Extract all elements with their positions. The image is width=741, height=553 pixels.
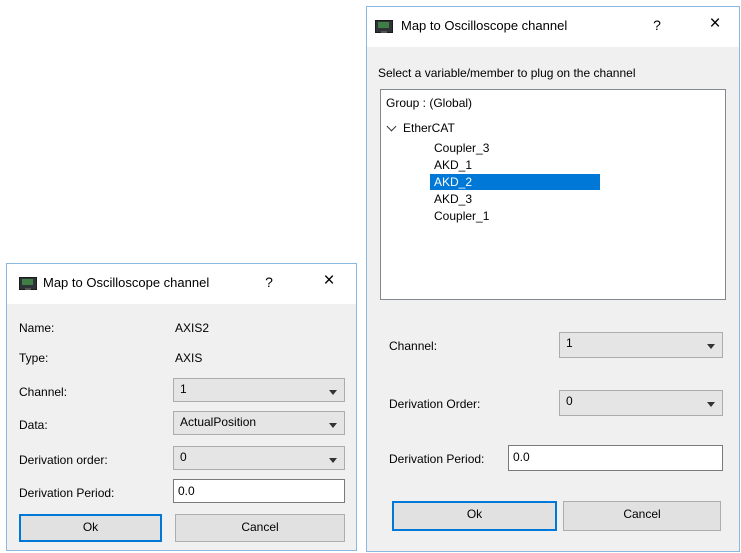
data-value: ActualPosition — [180, 415, 257, 429]
derivation-order-select[interactable]: 0 — [173, 446, 345, 470]
monitor-icon — [19, 277, 37, 290]
channel-label: Channel: — [19, 385, 68, 399]
dialog-title: Map to Oscilloscope channel — [401, 18, 568, 33]
dialog-title: Map to Oscilloscope channel — [43, 275, 210, 290]
tree-item[interactable]: Coupler_1 — [430, 208, 600, 224]
derivation-order-select[interactable]: 0 — [559, 390, 723, 416]
derivation-period-value: 0.0 — [513, 450, 530, 464]
help-button[interactable]: ? — [647, 17, 667, 33]
chevron-down-icon — [329, 390, 337, 395]
map-channel-dialog-small: Map to Oscilloscope channel ? × Name: AX… — [6, 263, 357, 551]
title-bar[interactable]: Map to Oscilloscope channel ? × — [7, 264, 356, 304]
ok-button[interactable]: Ok — [19, 514, 162, 542]
channel-label: Channel: — [389, 339, 438, 353]
variable-tree[interactable]: Group : (Global) EtherCAT Coupler_3 AKD_… — [380, 89, 726, 300]
derivation-period-input[interactable]: 0.0 — [508, 445, 723, 471]
tree-group-label: Group : (Global) — [386, 96, 473, 110]
title-bar[interactable]: Map to Oscilloscope channel ? × — [367, 7, 739, 47]
type-value: AXIS — [175, 351, 203, 365]
channel-value: 1 — [180, 382, 187, 396]
channel-value: 1 — [566, 336, 573, 350]
derivation-order-label: Derivation order: — [19, 453, 108, 467]
channel-select[interactable]: 1 — [559, 332, 723, 358]
data-label: Data: — [19, 418, 48, 432]
chevron-down-icon[interactable] — [386, 121, 397, 132]
tree-item[interactable]: AKD_1 — [430, 157, 600, 173]
type-label: Type: — [19, 351, 49, 365]
data-select[interactable]: ActualPosition — [173, 411, 345, 435]
chevron-down-icon — [329, 423, 337, 428]
name-label: Name: — [19, 321, 55, 335]
tree-item[interactable]: Coupler_3 — [430, 140, 600, 156]
close-button[interactable]: × — [703, 13, 727, 35]
ok-button[interactable]: Ok — [392, 501, 557, 531]
derivation-order-value: 0 — [180, 450, 187, 464]
instruction-text: Select a variable/member to plug on the … — [378, 66, 636, 80]
map-channel-dialog-large: Map to Oscilloscope channel ? × Select a… — [366, 6, 740, 552]
close-button[interactable]: × — [317, 270, 341, 292]
tree-item-selected[interactable]: AKD_2 — [430, 174, 600, 190]
name-value: AXIS2 — [175, 321, 210, 335]
derivation-period-label: Derivation Period: — [19, 486, 115, 500]
tree-node-label: EtherCAT — [403, 121, 455, 135]
derivation-order-value: 0 — [566, 394, 573, 408]
chevron-down-icon — [707, 402, 715, 407]
derivation-period-label: Derivation Period: — [389, 452, 485, 466]
cancel-button[interactable]: Cancel — [563, 501, 721, 531]
derivation-period-input[interactable]: 0.0 — [173, 479, 345, 503]
chevron-down-icon — [329, 458, 337, 463]
cancel-button[interactable]: Cancel — [175, 514, 345, 542]
monitor-icon — [375, 20, 393, 33]
derivation-order-label: Derivation Order: — [389, 397, 481, 411]
derivation-period-value: 0.0 — [178, 484, 195, 498]
tree-node-ethercat[interactable]: EtherCAT — [386, 121, 455, 135]
chevron-down-icon — [707, 344, 715, 349]
help-button[interactable]: ? — [259, 274, 279, 290]
channel-select[interactable]: 1 — [173, 378, 345, 402]
tree-item[interactable]: AKD_3 — [430, 191, 600, 207]
